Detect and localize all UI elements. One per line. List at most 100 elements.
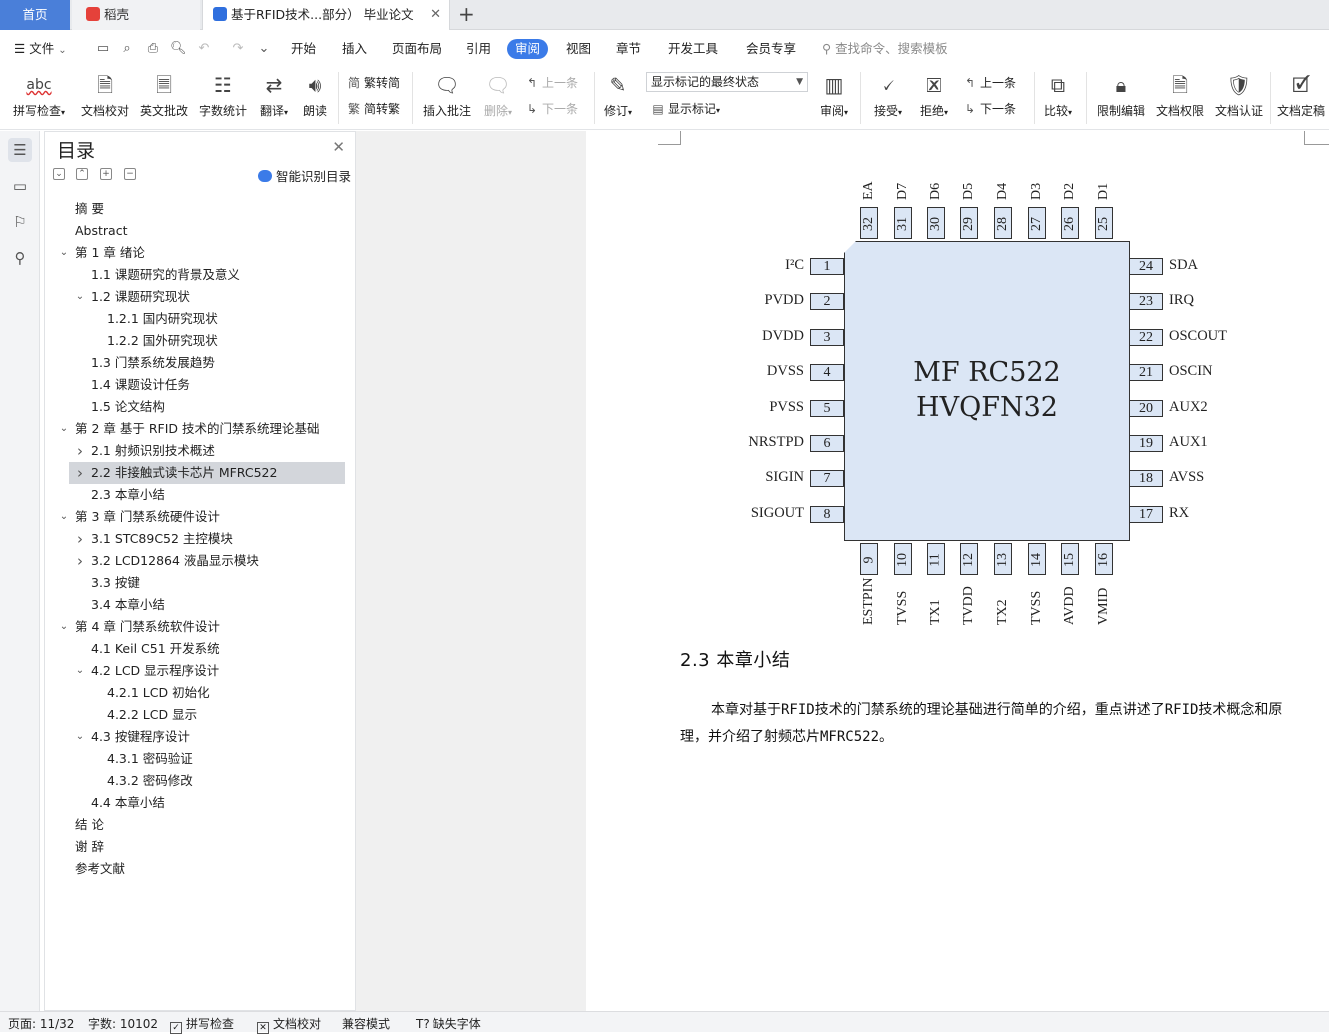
read-aloud-button[interactable]: 🔊︎ 朗读 bbox=[298, 68, 332, 126]
toc-item[interactable]: Abstract bbox=[45, 220, 355, 242]
page-indicator[interactable]: 页面: 11/32 bbox=[8, 1015, 74, 1032]
chevron-right-icon[interactable]: › bbox=[74, 440, 86, 462]
toc-item[interactable]: 4.2.1 LCD 初始化 bbox=[45, 682, 355, 704]
search-icon[interactable]: ⚲ bbox=[8, 246, 32, 270]
expand-all-icon[interactable]: ⌄ bbox=[53, 168, 65, 180]
toc-item[interactable]: ⌄ 第 4 章 门禁系统软件设计 bbox=[45, 616, 355, 638]
menu-devtools[interactable]: 开发工具 bbox=[668, 30, 718, 68]
spell-check-button[interactable]: abc 拼写检查▾ bbox=[8, 68, 70, 126]
doc-cert-button[interactable]: 🛡︎ 文档认证 bbox=[1212, 68, 1266, 126]
trad-to-simp-button[interactable]: 简繁转简 bbox=[346, 73, 400, 93]
toc-item[interactable]: › 2.1 射频识别技术概述 bbox=[45, 440, 355, 462]
toc-item[interactable]: 1.1 课题研究的背景及意义 bbox=[45, 264, 355, 286]
tab-daoke[interactable]: 稻壳 bbox=[72, 0, 200, 30]
menu-start[interactable]: 开始 bbox=[291, 30, 316, 68]
collapse-all-icon[interactable]: ⌃ bbox=[76, 168, 88, 180]
revise-button[interactable]: ✎ 修订▾ bbox=[598, 68, 638, 126]
word-count[interactable]: 字数: 10102 bbox=[88, 1015, 158, 1032]
toc-item[interactable]: 1.4 课题设计任务 bbox=[45, 374, 355, 396]
file-menu[interactable]: ☰ 文件 ⌄ bbox=[14, 30, 67, 68]
collapse-level-icon[interactable]: − bbox=[124, 168, 136, 180]
review-pane-button[interactable]: ▥ 审阅▾ bbox=[816, 68, 852, 126]
toc-item[interactable]: ⌄ 第 3 章 门禁系统硬件设计 bbox=[45, 506, 355, 528]
toc-item[interactable]: ⌄ 第 1 章 绪论 bbox=[45, 242, 355, 264]
translate-button[interactable]: ⇄ 翻译▾ bbox=[254, 68, 294, 126]
chevron-down-icon[interactable]: ⌄ bbox=[58, 616, 70, 638]
toc-item[interactable]: 4.3.2 密码修改 bbox=[45, 770, 355, 792]
toc-item[interactable]: ⌄ 4.2 LCD 显示程序设计 bbox=[45, 660, 355, 682]
accept-button[interactable]: 🗸 接受▾ bbox=[868, 68, 908, 126]
toc-item[interactable]: 1.2.2 国外研究现状 bbox=[45, 330, 355, 352]
menu-layout[interactable]: 页面布局 bbox=[392, 30, 442, 68]
toc-item[interactable]: › 2.2 非接触式读卡芯片 MFRC522 bbox=[69, 462, 345, 484]
chapter-nav-icon[interactable]: ▭ bbox=[8, 174, 32, 198]
restrict-edit-button[interactable]: 🔒︎ 限制编辑 bbox=[1094, 68, 1148, 126]
expand-level-icon[interactable]: + bbox=[100, 168, 112, 180]
bookmark-icon[interactable]: ⚐ bbox=[8, 210, 32, 234]
toc-item[interactable]: › 3.2 LCD12864 液晶显示模块 bbox=[45, 550, 355, 572]
toc-item[interactable]: 2.3 本章小结 bbox=[45, 484, 355, 506]
close-icon[interactable]: ✕ bbox=[332, 138, 345, 156]
prev-change-button[interactable]: ↰ 上一条 bbox=[962, 73, 1016, 93]
smart-toc-button[interactable]: 智能识别目录 bbox=[257, 166, 351, 185]
toc-item[interactable]: 4.1 Keil C51 开发系统 bbox=[45, 638, 355, 660]
toc-item[interactable]: 3.3 按键 bbox=[45, 572, 355, 594]
spell-check-toggle[interactable]: ✓ 拼写检查 bbox=[170, 1015, 234, 1034]
redo-icon[interactable]: ↷ bbox=[230, 41, 246, 57]
doc-proof-button[interactable]: 🗎︎ 文档校对 bbox=[78, 68, 132, 126]
next-comment-button[interactable]: ↳ 下一条 bbox=[524, 99, 578, 119]
close-tab-icon[interactable]: ✕ bbox=[430, 0, 441, 30]
toc-item[interactable]: 参考文献 bbox=[45, 858, 355, 880]
menu-chapter[interactable]: 章节 bbox=[616, 30, 641, 68]
toc-item[interactable]: ⌄ 第 2 章 基于 RFID 技术的门禁系统理论基础 bbox=[45, 418, 355, 440]
menu-member[interactable]: 会员专享 bbox=[746, 30, 796, 68]
toc-item[interactable]: 4.3.1 密码验证 bbox=[45, 748, 355, 770]
next-change-button[interactable]: ↳ 下一条 bbox=[962, 99, 1016, 119]
doc-proof-toggle[interactable]: ✕ 文档校对 bbox=[257, 1015, 321, 1034]
doc-permission-button[interactable]: 🗎︎ 文档权限 bbox=[1153, 68, 1207, 126]
missing-font-button[interactable]: T? 缺失字体 bbox=[416, 1015, 481, 1032]
word-count-button[interactable]: ☷ 字数统计 bbox=[196, 68, 250, 126]
toc-item[interactable]: ⌄ 1.2 课题研究现状 bbox=[45, 286, 355, 308]
menu-insert[interactable]: 插入 bbox=[342, 30, 367, 68]
simp-to-trad-button[interactable]: 繁简转繁 bbox=[346, 99, 400, 119]
toc-item[interactable]: 谢 辞 bbox=[45, 836, 355, 858]
customize-icon[interactable]: ⌄ bbox=[256, 41, 272, 57]
undo-icon[interactable]: ↶ bbox=[196, 41, 212, 57]
prev-comment-button[interactable]: ↰ 上一条 bbox=[524, 73, 578, 93]
chevron-right-icon[interactable]: › bbox=[74, 550, 86, 572]
chevron-down-icon[interactable]: ⌄ bbox=[58, 418, 70, 440]
menu-review[interactable]: 审阅 bbox=[507, 39, 549, 59]
print-preview-icon[interactable]: 🔍︎ bbox=[170, 41, 187, 57]
menu-view[interactable]: 视图 bbox=[566, 30, 591, 68]
toc-panel-icon[interactable]: ☰ bbox=[8, 138, 32, 162]
tab-document[interactable]: 基于RFID技术...部分） 毕业论文 ✕ bbox=[202, 0, 450, 30]
delete-comment-button[interactable]: 🗨︎ 删除▾ bbox=[478, 68, 518, 126]
menu-reference[interactable]: 引用 bbox=[466, 30, 491, 68]
tab-home[interactable]: 首页 bbox=[0, 0, 70, 30]
chevron-down-icon[interactable]: ⌄ bbox=[58, 242, 70, 264]
insert-comment-button[interactable]: 🗨︎ 插入批注 bbox=[420, 68, 474, 126]
chevron-right-icon[interactable]: › bbox=[74, 462, 86, 484]
show-markup-button[interactable]: ▤ 显示标记▾ bbox=[650, 99, 720, 119]
english-review-button[interactable]: 🗏︎ 英文批改 bbox=[138, 68, 190, 126]
compare-button[interactable]: ⧉ 比较▾ bbox=[1038, 68, 1078, 126]
toc-item[interactable]: 3.4 本章小结 bbox=[45, 594, 355, 616]
new-tab-button[interactable]: + bbox=[458, 0, 475, 30]
doc-final-button[interactable]: 🗹 文档定稿 bbox=[1274, 68, 1328, 126]
save-icon[interactable]: ▭ bbox=[95, 41, 111, 57]
toc-item[interactable]: 4.2.2 LCD 显示 bbox=[45, 704, 355, 726]
chevron-down-icon[interactable]: ⌄ bbox=[74, 726, 86, 748]
chevron-down-icon[interactable]: ⌄ bbox=[74, 660, 86, 682]
toc-item[interactable]: 摘 要 bbox=[45, 198, 355, 220]
toc-item[interactable]: › 3.1 STC89C52 主控模块 bbox=[45, 528, 355, 550]
toc-item[interactable]: 1.5 论文结构 bbox=[45, 396, 355, 418]
toc-item[interactable]: 结 论 bbox=[45, 814, 355, 836]
toc-item[interactable]: 1.3 门禁系统发展趋势 bbox=[45, 352, 355, 374]
toc-item[interactable]: 1.2.1 国内研究现状 bbox=[45, 308, 355, 330]
toc-item[interactable]: ⌄ 4.3 按键程序设计 bbox=[45, 726, 355, 748]
command-search[interactable]: ⚲ 查找命令、搜索模板 bbox=[822, 30, 948, 68]
chevron-down-icon[interactable]: ⌄ bbox=[58, 506, 70, 528]
format-painter-icon[interactable]: ⌕ bbox=[119, 41, 135, 57]
reject-button[interactable]: 🗷 拒绝▾ bbox=[914, 68, 954, 126]
